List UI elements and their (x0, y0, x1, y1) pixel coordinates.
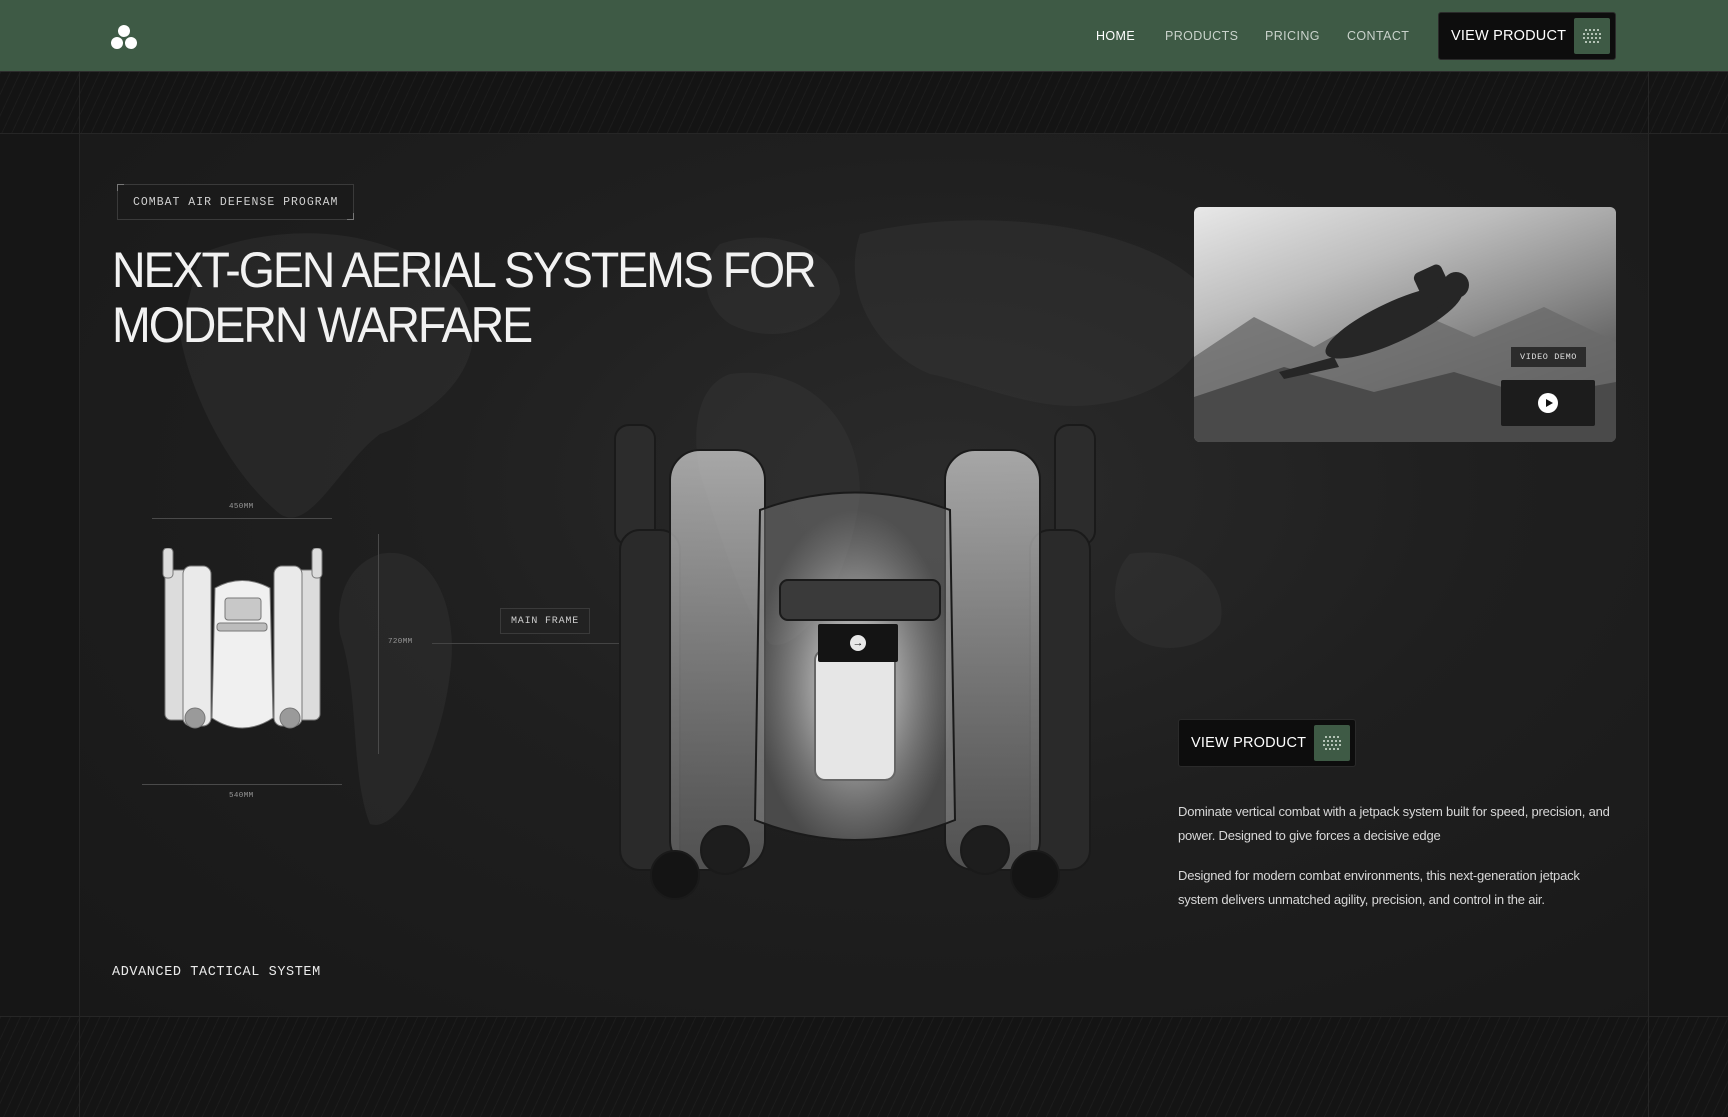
tri-circle-logo-icon[interactable] (110, 24, 138, 50)
description-paragraph-1: Dominate vertical combat with a jetpack … (1178, 804, 1610, 843)
dim-line-top (152, 518, 332, 519)
main-frame-arrow-button[interactable]: → (818, 624, 898, 662)
dim-width-bottom: 540MM (229, 792, 254, 800)
headline-line-2: MODERN WARFARE (112, 297, 533, 353)
nav-link-pricing[interactable]: PRICING (1265, 29, 1320, 43)
view-product-button[interactable]: VIEW PRODUCT (1438, 12, 1616, 60)
video-demo-label: VIDEO DEMO (1511, 347, 1587, 367)
hatched-band-bottom (0, 1016, 1728, 1117)
play-icon (1538, 393, 1558, 413)
small-drone-diagram (162, 548, 323, 729)
hatched-band-top (0, 72, 1728, 134)
nav-link-home[interactable]: HOME (1096, 29, 1135, 43)
dot-grid-icon (1314, 725, 1350, 761)
view-product-button-secondary[interactable]: VIEW PRODUCT (1178, 719, 1356, 767)
view-product-label: VIEW PRODUCT (1451, 28, 1567, 44)
dim-line-side (378, 534, 379, 754)
main-frame-callout: MAIN FRAME (500, 608, 591, 634)
program-tag: COMBAT AIR DEFENSE PROGRAM (117, 184, 355, 220)
grid-line-left (79, 72, 80, 1117)
grid-line-right (1648, 72, 1649, 1117)
dim-width-top: 450MM (229, 503, 254, 511)
description-paragraph-2: Designed for modern combat environments,… (1178, 868, 1580, 907)
arrow-right-icon: → (850, 635, 866, 651)
dot-grid-icon (1574, 18, 1610, 54)
video-demo-card[interactable]: VIDEO DEMO (1194, 207, 1616, 442)
headline-line-1: NEXT-GEN AERIAL SYSTEMS FOR (112, 242, 817, 298)
dim-height: 720MM (388, 638, 413, 646)
nav-link-products[interactable]: PRODUCTS (1165, 29, 1238, 43)
top-nav: HOME PRODUCTS PRICING CONTACT VIEW PRODU… (0, 0, 1728, 72)
advanced-tactical-system-label: ADVANCED TACTICAL SYSTEM (112, 965, 321, 980)
view-product-label-secondary: VIEW PRODUCT (1191, 735, 1307, 751)
play-button[interactable] (1501, 380, 1595, 426)
nav-link-contact[interactable]: CONTACT (1347, 29, 1409, 43)
hero-headline: NEXT-GEN AERIAL SYSTEMS FOR MODERN WARFA… (112, 243, 875, 353)
dim-line-bottom (142, 784, 342, 785)
main-drone-xray-image (614, 424, 1096, 900)
callout-line (432, 643, 632, 644)
